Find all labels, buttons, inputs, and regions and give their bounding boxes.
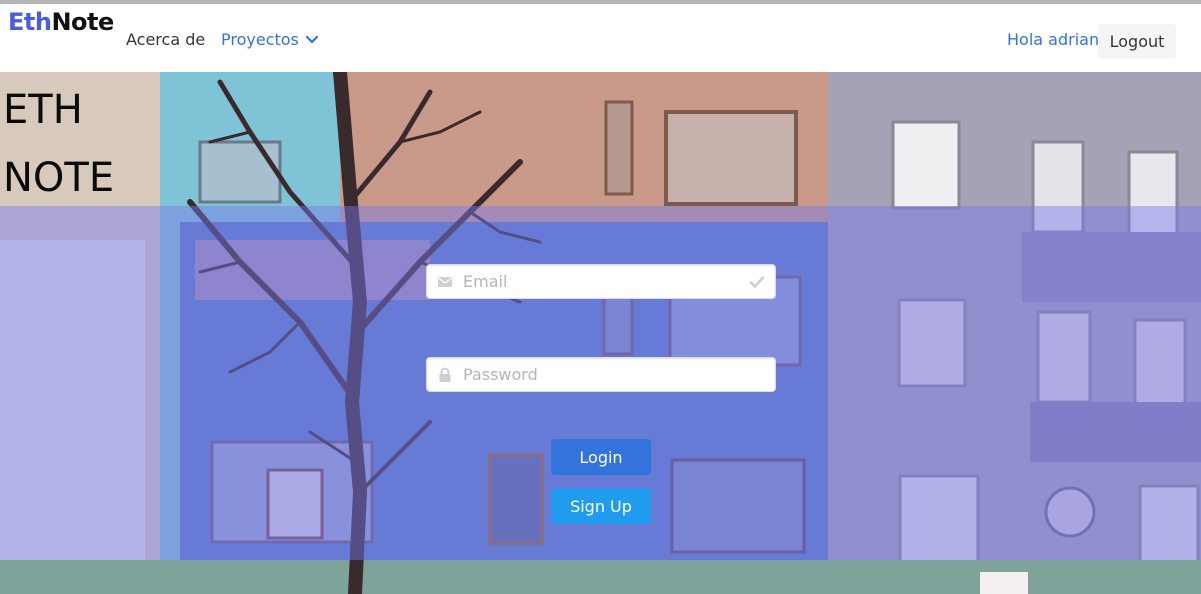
nav-projects-label: Proyectos	[221, 30, 299, 49]
logout-button[interactable]: Logout	[1098, 24, 1176, 59]
sign-up-button[interactable]: Sign Up	[551, 488, 651, 524]
brand-eth: Eth	[8, 8, 52, 36]
nav-about-link[interactable]: Acerca de	[126, 30, 205, 49]
hero-title-line1: ETH	[3, 87, 83, 133]
hero-section: ETH NOTE Login Sign Up	[0, 72, 1201, 594]
check-icon	[749, 276, 765, 288]
brand-logo[interactable]: EthNote	[8, 8, 114, 36]
top-navbar: EthNote Acerca de Proyectos Hola adriana…	[0, 0, 1201, 72]
nav-projects-dropdown[interactable]: Proyectos	[221, 30, 319, 49]
email-input[interactable]	[463, 265, 743, 298]
brand-note: Note	[51, 8, 114, 36]
hero-title-line2: NOTE	[3, 155, 115, 201]
lock-icon	[439, 367, 451, 382]
chevron-down-icon	[305, 35, 318, 44]
password-field-wrapper	[426, 357, 776, 392]
email-field-wrapper	[426, 264, 776, 299]
envelope-icon	[438, 277, 452, 287]
password-input[interactable]	[463, 358, 743, 391]
login-button[interactable]: Login	[551, 439, 651, 475]
user-greeting-link[interactable]: Hola adriana	[1007, 30, 1109, 49]
